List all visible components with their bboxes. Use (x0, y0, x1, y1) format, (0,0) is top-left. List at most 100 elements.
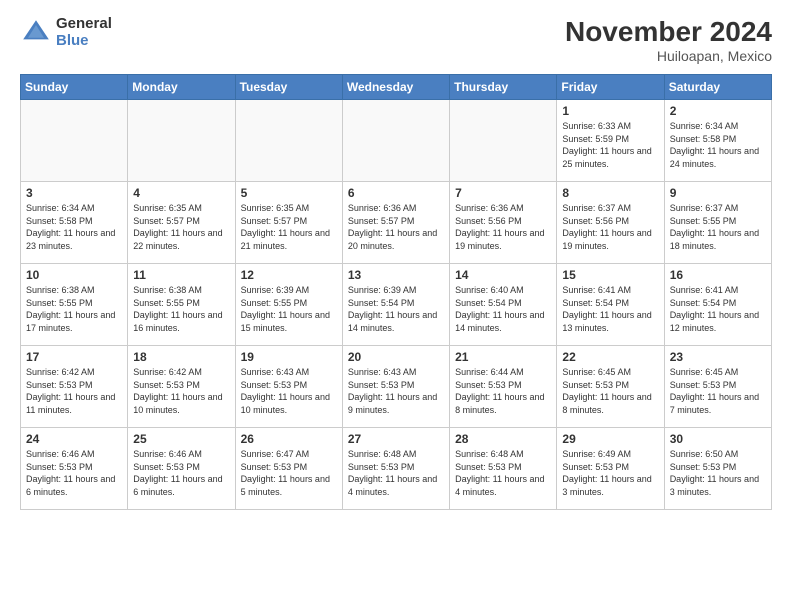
title-area: November 2024 Huiloapan, Mexico (565, 16, 772, 64)
day-info: Sunrise: 6:38 AMSunset: 5:55 PMDaylight:… (26, 284, 122, 334)
day-number: 21 (455, 350, 551, 364)
day-number: 8 (562, 186, 658, 200)
day-info: Sunrise: 6:42 AMSunset: 5:53 PMDaylight:… (26, 366, 122, 416)
day-info: Sunrise: 6:35 AMSunset: 5:57 PMDaylight:… (133, 202, 229, 252)
calendar-body: 1 Sunrise: 6:33 AMSunset: 5:59 PMDaylight… (21, 100, 772, 510)
cell-1-3: 6 Sunrise: 6:36 AMSunset: 5:57 PMDaylight… (342, 182, 449, 264)
month-title: November 2024 (565, 16, 772, 48)
day-number: 18 (133, 350, 229, 364)
day-info: Sunrise: 6:45 AMSunset: 5:53 PMDaylight:… (562, 366, 658, 416)
cell-3-4: 21 Sunrise: 6:44 AMSunset: 5:53 PMDayligh… (450, 346, 557, 428)
cell-2-6: 16Sunrise: 6:41 AMSunset: 5:54 PMDayligh… (664, 264, 771, 346)
col-friday: Friday (557, 75, 664, 100)
cell-0-4 (450, 100, 557, 182)
calendar-header: Sunday Monday Tuesday Wednesday Thursday… (21, 75, 772, 100)
day-info: Sunrise: 6:46 AMSunset: 5:53 PMDaylight:… (133, 448, 229, 498)
day-info: Sunrise: 6:40 AMSunset: 5:54 PMDaylight:… (455, 284, 551, 334)
col-thursday: Thursday (450, 75, 557, 100)
day-number: 11 (133, 268, 229, 282)
day-number: 26 (241, 432, 337, 446)
day-info: Sunrise: 6:34 AMSunset: 5:58 PMDaylight:… (670, 120, 766, 170)
day-info: Sunrise: 6:49 AMSunset: 5:53 PMDaylight:… (562, 448, 658, 498)
cell-0-1 (128, 100, 235, 182)
day-info: Sunrise: 6:36 AMSunset: 5:56 PMDaylight:… (455, 202, 551, 252)
cell-4-4: 28Sunrise: 6:48 AMSunset: 5:53 PMDayligh… (450, 428, 557, 510)
cell-3-6: 23 Sunrise: 6:45 AMSunset: 5:53 PMDayligh… (664, 346, 771, 428)
day-number: 27 (348, 432, 444, 446)
day-info: Sunrise: 6:33 AMSunset: 5:59 PMDaylight:… (562, 120, 658, 170)
logo-text: General Blue (56, 16, 112, 49)
day-number: 23 (670, 350, 766, 364)
day-number: 13 (348, 268, 444, 282)
cell-1-1: 4Sunrise: 6:35 AMSunset: 5:57 PMDaylight… (128, 182, 235, 264)
cell-3-3: 20Sunrise: 6:43 AMSunset: 5:53 PMDayligh… (342, 346, 449, 428)
day-number: 29 (562, 432, 658, 446)
day-info: Sunrise: 6:41 AMSunset: 5:54 PMDaylight:… (670, 284, 766, 334)
cell-3-2: 19Sunrise: 6:43 AMSunset: 5:53 PMDayligh… (235, 346, 342, 428)
cell-4-0: 24 Sunrise: 6:46 AMSunset: 5:53 PMDayligh… (21, 428, 128, 510)
day-info: Sunrise: 6:50 AMSunset: 5:53 PMDaylight:… (670, 448, 766, 498)
day-number: 9 (670, 186, 766, 200)
col-sunday: Sunday (21, 75, 128, 100)
cell-0-6: 2 Sunrise: 6:34 AMSunset: 5:58 PMDaylight… (664, 100, 771, 182)
cell-2-3: 13 Sunrise: 6:39 AMSunset: 5:54 PMDayligh… (342, 264, 449, 346)
col-wednesday: Wednesday (342, 75, 449, 100)
day-info: Sunrise: 6:39 AMSunset: 5:54 PMDaylight:… (348, 284, 444, 334)
week-row-0: 1 Sunrise: 6:33 AMSunset: 5:59 PMDaylight… (21, 100, 772, 182)
cell-1-6: 9Sunrise: 6:37 AMSunset: 5:55 PMDaylight… (664, 182, 771, 264)
day-info: Sunrise: 6:44 AMSunset: 5:53 PMDaylight:… (455, 366, 551, 416)
day-info: Sunrise: 6:35 AMSunset: 5:57 PMDaylight:… (241, 202, 337, 252)
cell-4-2: 26Sunrise: 6:47 AMSunset: 5:53 PMDayligh… (235, 428, 342, 510)
col-monday: Monday (128, 75, 235, 100)
cell-4-6: 30 Sunrise: 6:50 AMSunset: 5:53 PMDayligh… (664, 428, 771, 510)
logo-icon (20, 17, 52, 49)
cell-3-5: 22Sunrise: 6:45 AMSunset: 5:53 PMDayligh… (557, 346, 664, 428)
day-number: 30 (670, 432, 766, 446)
cell-1-0: 3 Sunrise: 6:34 AMSunset: 5:58 PMDaylight… (21, 182, 128, 264)
day-info: Sunrise: 6:36 AMSunset: 5:57 PMDaylight:… (348, 202, 444, 252)
cell-4-3: 27Sunrise: 6:48 AMSunset: 5:53 PMDayligh… (342, 428, 449, 510)
col-saturday: Saturday (664, 75, 771, 100)
day-info: Sunrise: 6:41 AMSunset: 5:54 PMDaylight:… (562, 284, 658, 334)
cell-3-0: 17 Sunrise: 6:42 AMSunset: 5:53 PMDayligh… (21, 346, 128, 428)
day-info: Sunrise: 6:37 AMSunset: 5:56 PMDaylight:… (562, 202, 658, 252)
day-info: Sunrise: 6:42 AMSunset: 5:53 PMDaylight:… (133, 366, 229, 416)
day-info: Sunrise: 6:39 AMSunset: 5:55 PMDaylight:… (241, 284, 337, 334)
cell-0-3 (342, 100, 449, 182)
subtitle: Huiloapan, Mexico (565, 48, 772, 64)
day-number: 6 (348, 186, 444, 200)
calendar-table: Sunday Monday Tuesday Wednesday Thursday… (20, 74, 772, 510)
day-number: 1 (562, 104, 658, 118)
cell-4-1: 25 Sunrise: 6:46 AMSunset: 5:53 PMDayligh… (128, 428, 235, 510)
week-row-2: 10Sunrise: 6:38 AMSunset: 5:55 PMDayligh… (21, 264, 772, 346)
day-info: Sunrise: 6:43 AMSunset: 5:53 PMDaylight:… (241, 366, 337, 416)
cell-2-0: 10Sunrise: 6:38 AMSunset: 5:55 PMDayligh… (21, 264, 128, 346)
day-info: Sunrise: 6:45 AMSunset: 5:53 PMDaylight:… (670, 366, 766, 416)
header-row: Sunday Monday Tuesday Wednesday Thursday… (21, 75, 772, 100)
day-info: Sunrise: 6:48 AMSunset: 5:53 PMDaylight:… (455, 448, 551, 498)
day-number: 20 (348, 350, 444, 364)
day-info: Sunrise: 6:38 AMSunset: 5:55 PMDaylight:… (133, 284, 229, 334)
week-row-1: 3 Sunrise: 6:34 AMSunset: 5:58 PMDaylight… (21, 182, 772, 264)
col-tuesday: Tuesday (235, 75, 342, 100)
page: General Blue November 2024 Huiloapan, Me… (0, 0, 792, 612)
logo-blue: Blue (56, 33, 112, 50)
day-info: Sunrise: 6:34 AMSunset: 5:58 PMDaylight:… (26, 202, 122, 252)
day-info: Sunrise: 6:46 AMSunset: 5:53 PMDaylight:… (26, 448, 122, 498)
day-number: 15 (562, 268, 658, 282)
day-number: 25 (133, 432, 229, 446)
day-number: 14 (455, 268, 551, 282)
day-number: 17 (26, 350, 122, 364)
day-number: 7 (455, 186, 551, 200)
week-row-4: 24 Sunrise: 6:46 AMSunset: 5:53 PMDayligh… (21, 428, 772, 510)
header: General Blue November 2024 Huiloapan, Me… (20, 16, 772, 64)
cell-1-4: 7 Sunrise: 6:36 AMSunset: 5:56 PMDaylight… (450, 182, 557, 264)
cell-2-4: 14 Sunrise: 6:40 AMSunset: 5:54 PMDayligh… (450, 264, 557, 346)
cell-2-2: 12Sunrise: 6:39 AMSunset: 5:55 PMDayligh… (235, 264, 342, 346)
logo-general: General (56, 16, 112, 33)
logo: General Blue (20, 16, 112, 49)
day-number: 2 (670, 104, 766, 118)
week-row-3: 17 Sunrise: 6:42 AMSunset: 5:53 PMDayligh… (21, 346, 772, 428)
day-number: 3 (26, 186, 122, 200)
day-number: 24 (26, 432, 122, 446)
